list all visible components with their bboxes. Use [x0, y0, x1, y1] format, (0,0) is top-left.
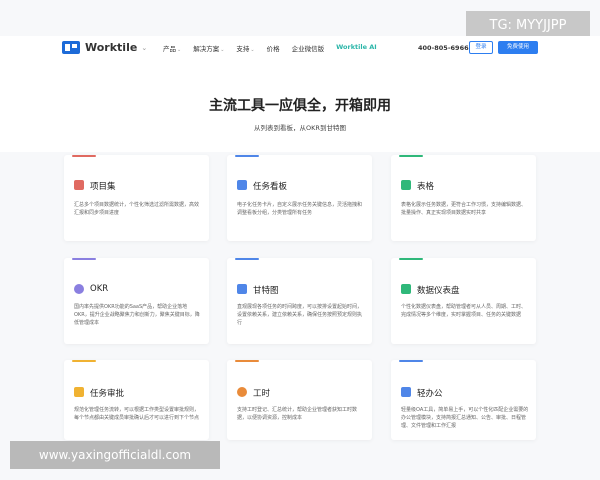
card-accent-bar	[72, 258, 96, 260]
card-accent-bar	[399, 155, 423, 157]
card-accent-bar	[235, 258, 259, 260]
chevron-down-icon: ⌄	[220, 47, 225, 53]
feature-title: OKR	[90, 284, 109, 294]
feature-card-approval[interactable]: 任务审批 规范化管理任务流转，可以根据工作类型设置审批规则，每个节点都由关键成员…	[64, 360, 209, 440]
nav-item-ai[interactable]: Worktile AI	[336, 43, 377, 53]
footer-watermark: www.yaxingofficialdl.com	[10, 441, 220, 469]
nav-label: 支持	[236, 45, 250, 53]
feature-card-okr[interactable]: OKR 国内率先提供OKR功能的SaaS产品，帮助企业落地OKR，提升企业战略聚…	[64, 258, 209, 344]
feature-card-dashboard[interactable]: 数据仪表盘 个性化数据仪表盘，帮助管理者可从人员、周期、工时、完成情况等多个维度…	[391, 258, 536, 344]
worktile-logo-icon	[62, 41, 80, 54]
card-accent-bar	[235, 360, 259, 362]
feature-description: 轻量级OA工具，简单易上手，可以个性化匹配企业需要的办公管理模块，支持简报汇总通…	[401, 407, 529, 429]
page: TG: MYYJJPP Worktile ⌄ 产品⌄ 解决方案⌄ 支持⌄ 价格 …	[0, 0, 600, 480]
table-icon	[401, 180, 411, 190]
feature-description: 汇总多个项目数据统计，个性化筛选过滤所需数据，高效汇报和同步项目进度	[74, 202, 200, 216]
nav-label: 解决方案	[193, 45, 220, 53]
nav-item-pricing[interactable]: 价格	[267, 43, 280, 53]
chevron-down-icon: ⌄	[250, 47, 255, 53]
target-icon	[74, 284, 84, 294]
office-icon	[401, 387, 411, 397]
chevron-down-icon[interactable]: ⌄	[141, 44, 147, 52]
feature-title: 轻办公	[417, 389, 443, 399]
brand-logo[interactable]: Worktile ⌄	[62, 41, 147, 54]
card-accent-bar	[72, 360, 96, 362]
feature-title: 甘特图	[253, 286, 279, 296]
feature-description: 直观展现各项任务的时间跨度，可以按排设置起始时间，设置依赖关系，建立依赖关系，确…	[237, 304, 363, 326]
login-button[interactable]: 登录	[469, 41, 493, 54]
free-trial-button[interactable]: 免费使用	[498, 41, 538, 54]
chevron-down-icon: ⌄	[177, 47, 182, 53]
feature-title: 任务看板	[253, 182, 288, 192]
brand-name: Worktile	[85, 41, 138, 54]
gantt-icon	[237, 284, 247, 294]
feature-description: 规范化管理任务流转，可以根据工作类型设置审批规则，每个节点都由关键成员审批确认后…	[74, 407, 200, 421]
section-title: 主流工具一应俱全，开箱即用	[209, 98, 391, 114]
feature-title: 工时	[253, 389, 271, 399]
nav-item-support[interactable]: 支持⌄	[236, 43, 254, 53]
feature-card-timesheet[interactable]: 工时 支持工时登记、汇总统计，帮助企业管理者获知工时数据，以便协调资源，控制成本	[227, 360, 372, 440]
feature-card-program[interactable]: 项目集 汇总多个项目数据统计，个性化筛选过滤所需数据，高效汇报和同步项目进度	[64, 155, 209, 241]
chart-icon	[401, 284, 411, 294]
feature-title: 数据仪表盘	[417, 286, 460, 296]
card-accent-bar	[235, 155, 259, 157]
main-nav: 产品⌄ 解决方案⌄ 支持⌄ 价格 企业微信版 Worktile AI	[163, 43, 377, 53]
feature-description: 支持工时登记、汇总统计，帮助企业管理者获知工时数据，以便协调资源，控制成本	[237, 407, 358, 421]
approval-icon	[74, 387, 84, 397]
nav-label: 产品	[163, 45, 176, 53]
card-accent-bar	[72, 155, 96, 157]
feature-title: 项目集	[90, 182, 116, 192]
folder-icon	[74, 180, 84, 190]
nav-item-wecom[interactable]: 企业微信版	[292, 43, 325, 53]
feature-title: 任务审批	[90, 389, 125, 399]
clock-icon	[237, 387, 247, 397]
feature-description: 国内率先提供OKR功能的SaaS产品，帮助企业落地OKR，提升企业战略聚焦力和创…	[74, 304, 200, 326]
feature-card-gantt[interactable]: 甘特图 直观展现各项任务的时间跨度，可以按排设置起始时间，设置依赖关系，建立依赖…	[227, 258, 372, 344]
feature-description: 表格化展示任务数据，更符合工作习惯，支持编辑数据、批量操作、真正实现项目数据实时…	[401, 202, 527, 216]
kanban-icon	[237, 180, 247, 190]
feature-card-table[interactable]: 表格 表格化展示任务数据，更符合工作习惯，支持编辑数据、批量操作、真正实现项目数…	[391, 155, 536, 241]
feature-card-light-office[interactable]: 轻办公 轻量级OA工具，简单易上手，可以个性化匹配企业需要的办公管理模块，支持简…	[391, 360, 536, 440]
card-accent-bar	[399, 360, 423, 362]
feature-description: 个性化数据仪表盘，帮助管理者可从人员、周期、工时、完成情况等多个维度，实时掌握项…	[401, 304, 527, 318]
top-navigation-bar: Worktile ⌄ 产品⌄ 解决方案⌄ 支持⌄ 价格 企业微信版 Workti…	[0, 36, 600, 62]
feature-description: 电子化任务卡片，自定义展示任务关键信息，灵活拖拽和调整看板分组，分类管理所有任务	[237, 202, 363, 216]
nav-item-solutions[interactable]: 解决方案⌄	[193, 43, 224, 53]
feature-title: 表格	[417, 182, 435, 192]
section-subtitle: 从列表到看板，从OKR到甘特图	[254, 124, 346, 132]
card-accent-bar	[399, 258, 423, 260]
feature-card-kanban[interactable]: 任务看板 电子化任务卡片，自定义展示任务关键信息，灵活拖拽和调整看板分组，分类管…	[227, 155, 372, 241]
phone-number: 400-805-6966	[418, 44, 469, 52]
nav-item-products[interactable]: 产品⌄	[163, 43, 181, 53]
